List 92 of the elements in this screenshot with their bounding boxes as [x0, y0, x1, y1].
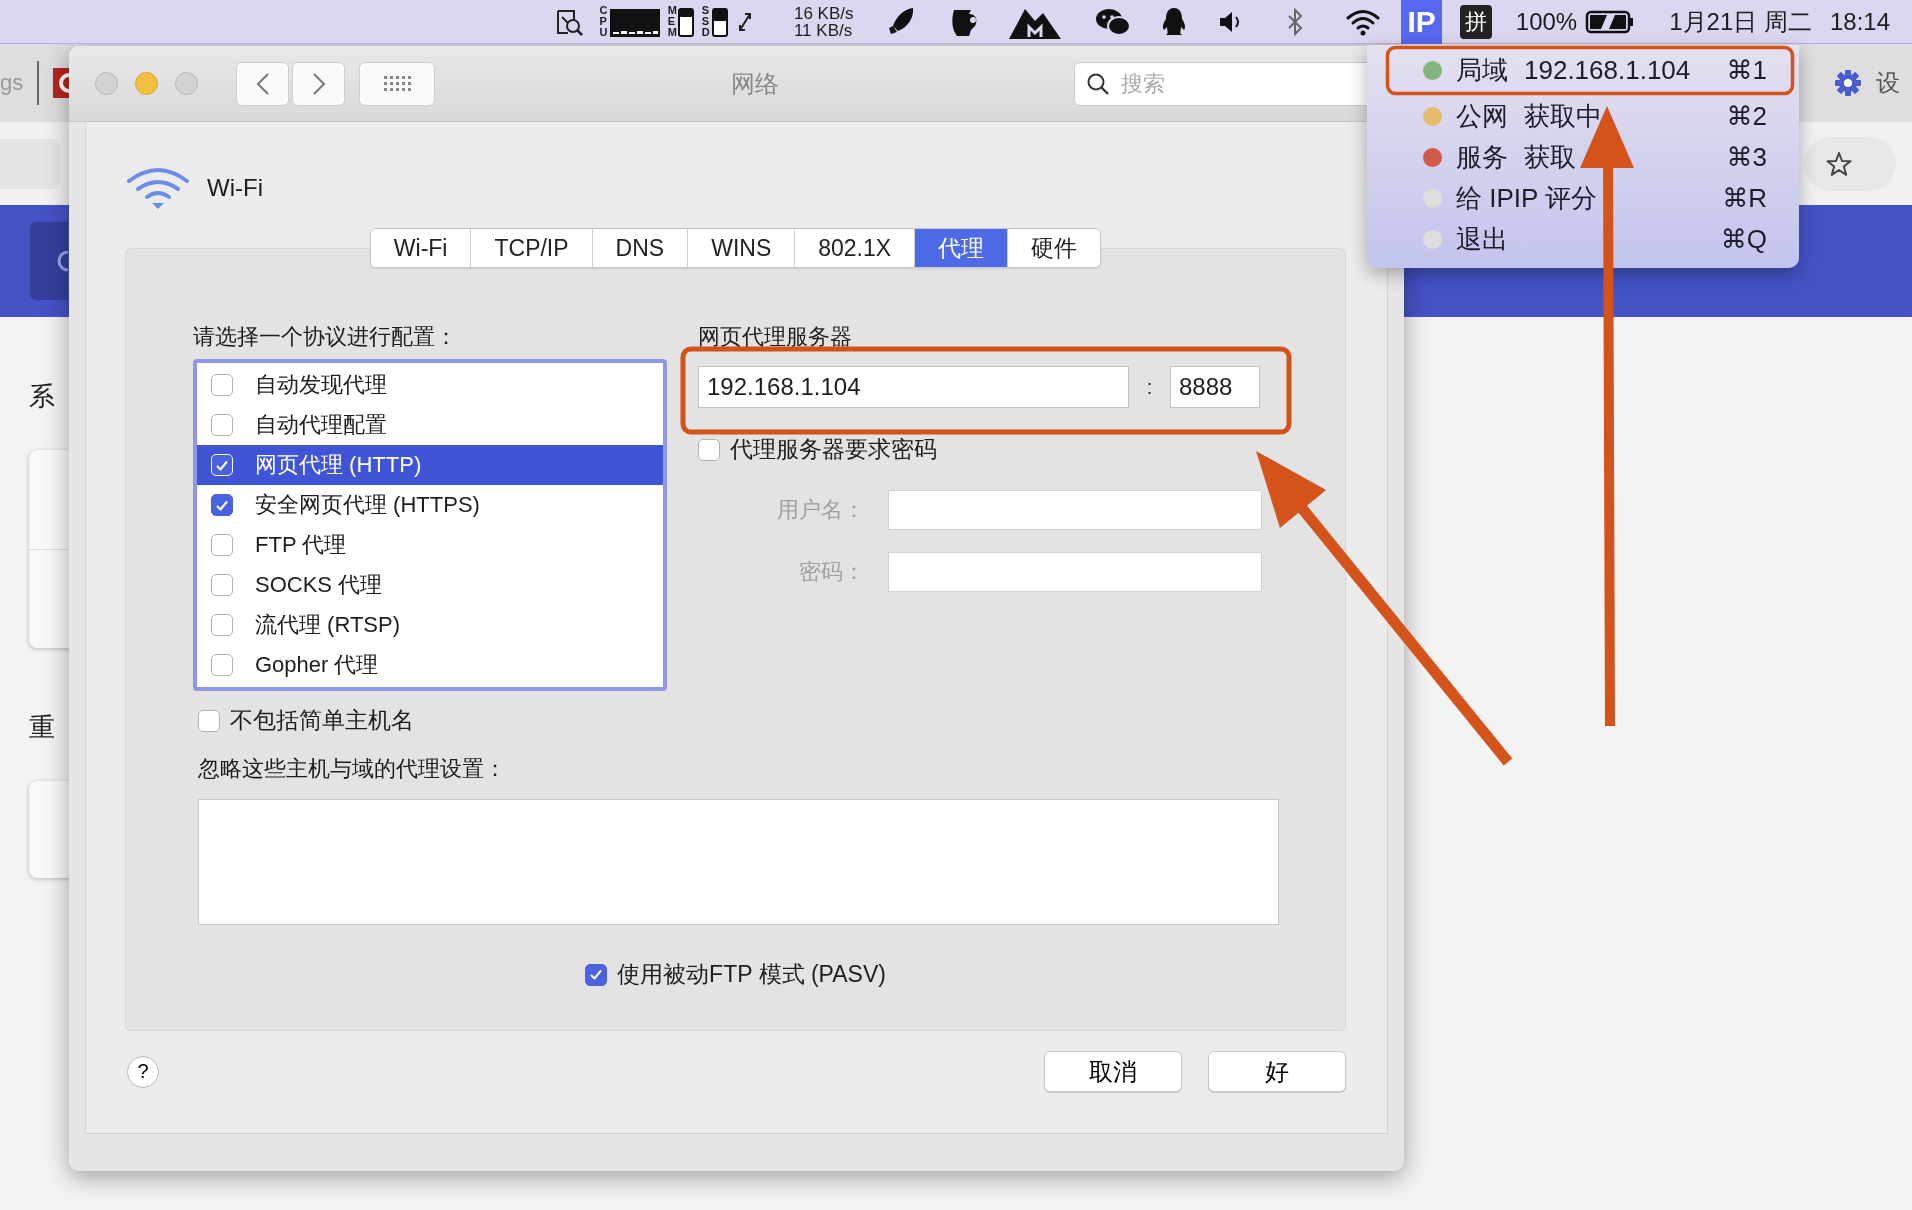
chevron-left-icon: [255, 71, 270, 96]
grid-icon: [383, 76, 411, 91]
checkbox[interactable]: [211, 534, 233, 556]
protocol-row[interactable]: 自动发现代理: [197, 365, 663, 405]
help-button[interactable]: ?: [127, 1055, 159, 1088]
cpu-label: CPU: [599, 5, 606, 38]
checkbox[interactable]: [211, 574, 233, 596]
item-value: 获取: [1524, 141, 1576, 174]
show-all-button[interactable]: [359, 61, 435, 106]
item-value: 192.168.1.104: [1524, 54, 1691, 86]
item-label: 服务: [1456, 141, 1508, 174]
checkbox-label: 使用被动FTP 模式 (PASV): [617, 960, 886, 989]
section-label: 网页代理服务器: [698, 324, 853, 350]
menu-item[interactable]: 公网 获取中 ⌘2: [1392, 96, 1777, 137]
protocol-row[interactable]: 安全网页代理 (HTTPS): [197, 485, 663, 525]
shortcut-label: ⌘1: [1726, 54, 1767, 86]
protocol-row[interactable]: FTP 代理: [197, 525, 663, 565]
item-value: 获取中: [1524, 100, 1602, 133]
chat-icon[interactable]: [1095, 6, 1132, 37]
item-label: 给 IPIP 评分: [1456, 182, 1598, 215]
battery-icon[interactable]: [1585, 8, 1636, 35]
menu-item[interactable]: 服务 获取 ⌘3: [1392, 137, 1777, 178]
separator-label: :: [1145, 375, 1154, 399]
dialog-button[interactable]: 好: [1208, 1051, 1346, 1092]
bookmark-button[interactable]: [1804, 136, 1896, 191]
menu-date: 1月21日 周二: [1669, 6, 1812, 37]
disk-label: SSD: [701, 5, 708, 38]
tab[interactable]: 硬件: [1008, 229, 1101, 267]
bypass-field[interactable]: [198, 799, 1279, 925]
section-label: 忽略这些主机与域的代理设置：: [198, 756, 507, 782]
checkbox-label: 代理服务器要求密码: [730, 435, 937, 464]
interface-name: Wi-Fi: [207, 173, 263, 202]
forward-button[interactable]: [292, 61, 345, 106]
menu-item[interactable]: 退出 ⌘Q: [1392, 219, 1777, 260]
checkmark-icon: [216, 499, 228, 511]
checkbox[interactable]: [211, 414, 233, 436]
item-label: 公网: [1456, 100, 1508, 133]
settings-label[interactable]: 设: [1876, 67, 1900, 99]
shortcut-label: ⌘3: [1726, 142, 1767, 173]
ip-menu-item[interactable]: IP: [1401, 0, 1442, 44]
checkbox[interactable]: [198, 709, 220, 732]
item-label: 局域: [1456, 53, 1508, 87]
download-speed: 11 KB/s: [793, 21, 854, 39]
shortcut-label: ⌘R: [1722, 183, 1767, 214]
shortcut-label: ⌘Q: [1720, 224, 1767, 255]
section-title: 重: [29, 711, 55, 744]
star-icon: [1826, 150, 1852, 177]
tab[interactable]: Wi-Fi: [370, 229, 472, 267]
menu-item[interactable]: 给 IPIP 评分 ⌘R: [1392, 178, 1777, 219]
menu-clock: 18:14: [1829, 7, 1890, 36]
checkbox[interactable]: [698, 438, 720, 461]
protocol-row[interactable]: Gopher 代理: [197, 645, 663, 685]
wifi-icon[interactable]: [1345, 7, 1382, 36]
checkbox[interactable]: [211, 614, 233, 636]
penguin-icon[interactable]: [1161, 5, 1188, 38]
checkbox[interactable]: [211, 374, 233, 396]
battery-percent: 100%: [1515, 7, 1578, 36]
disk-meter-icon[interactable]: [711, 6, 728, 37]
shortcut-label: ⌘2: [1726, 101, 1767, 132]
section-label: 请选择一个协议进行配置：: [193, 324, 458, 350]
input-method-icon[interactable]: 拼: [1459, 4, 1492, 39]
upload-speed: 16 KB/s: [793, 4, 854, 22]
dialog-button[interactable]: 取消: [1044, 1051, 1182, 1092]
search-icon: [1086, 71, 1110, 96]
cpu-graph-icon[interactable]: [609, 6, 660, 37]
chevron-right-icon: [311, 71, 326, 96]
tab[interactable]: TCP/IP: [471, 229, 593, 267]
protocol-row[interactable]: 流代理 (RTSP): [197, 605, 663, 645]
protocol-row[interactable]: 自动代理配置: [197, 405, 663, 445]
checkmark-icon: [216, 459, 228, 471]
checkbox[interactable]: [211, 654, 233, 676]
tab[interactable]: 代理: [915, 229, 1009, 267]
window-title: 网络: [729, 68, 780, 99]
port-field[interactable]: 8888: [1170, 366, 1260, 408]
tab[interactable]: 802.1X: [795, 229, 916, 267]
checkbox-label: 不包括简单主机名: [230, 706, 414, 735]
field-label: 密码：: [798, 558, 865, 586]
field-label: 用户名：: [776, 496, 865, 524]
section-title: 系: [29, 380, 55, 413]
search-button[interactable]: [30, 222, 68, 300]
tab[interactable]: DNS: [592, 229, 689, 267]
memory-meter-icon[interactable]: [677, 6, 694, 37]
protocol-row[interactable]: SOCKS 代理: [197, 565, 663, 605]
server-field[interactable]: 192.168.1.104: [698, 366, 1129, 408]
menu-item[interactable]: 局域 192.168.1.104 ⌘1: [1392, 50, 1777, 90]
checkbox[interactable]: [585, 963, 608, 986]
checkmark-icon: [590, 969, 603, 980]
tab[interactable]: WINS: [688, 229, 796, 267]
protocol-row[interactable]: 网页代理 (HTTP): [197, 445, 663, 485]
checkbox[interactable]: [211, 494, 233, 516]
item-label: 退出: [1456, 223, 1508, 256]
back-button[interactable]: [236, 61, 289, 106]
